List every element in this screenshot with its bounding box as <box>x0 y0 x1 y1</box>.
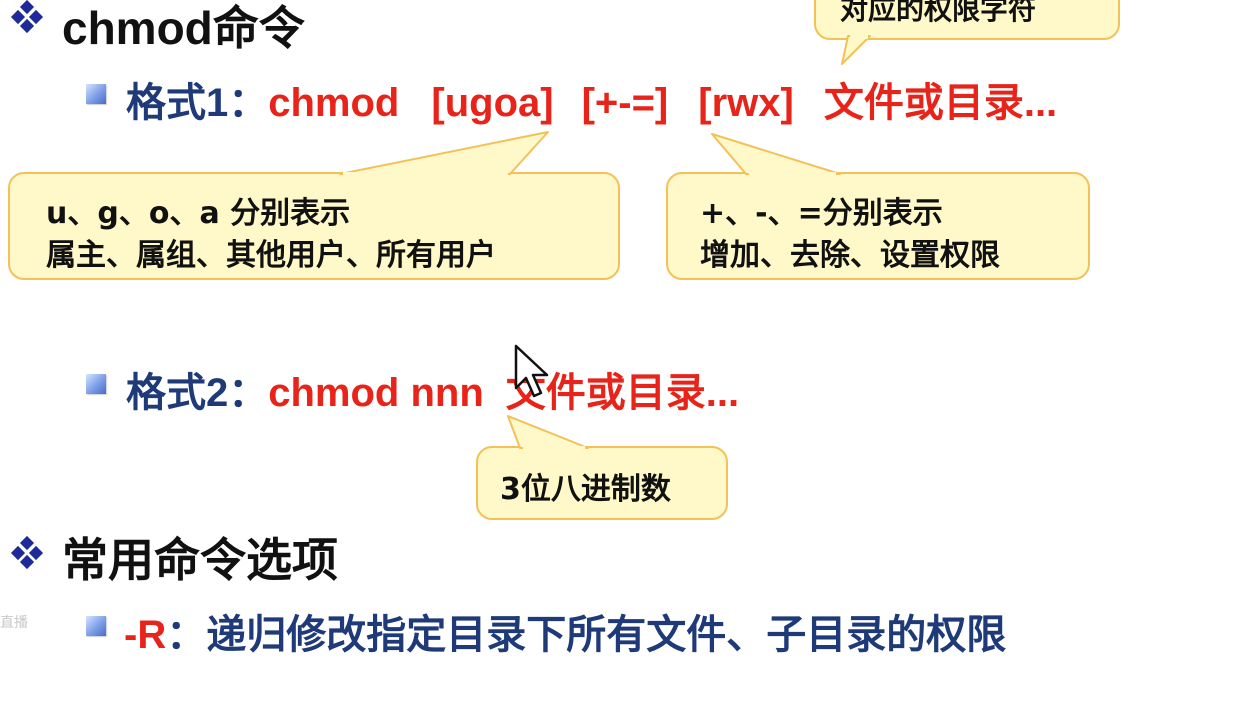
square-bullet-icon <box>86 374 106 394</box>
format2-line: 格式2：chmod nnn 文件或目录... <box>126 360 739 418</box>
format1-op: [+-=] <box>581 81 669 125</box>
mouse-cursor-icon <box>514 344 549 398</box>
callout-permission-chars-text: 对应的权限字符 <box>840 0 1037 26</box>
option-r-flag: -R <box>124 613 167 657</box>
diamond-bullet-icon <box>10 0 44 34</box>
option-r-desc: ：递归修改指定目录下所有文件、子目录的权限 <box>166 613 1007 657</box>
format1-cmd: chmod <box>268 81 400 125</box>
section-heading-chmod: chmod命令 <box>62 2 305 54</box>
option-r-line: -R：递归修改指定目录下所有文件、子目录的权限 <box>124 602 1006 660</box>
section-heading-options: 常用命令选项 <box>62 534 338 586</box>
callout-ugoa-line2: 属主、属组、其他用户、所有用户 <box>46 238 496 273</box>
square-bullet-icon <box>86 616 106 636</box>
format1-target: 文件或目录... <box>823 81 1058 125</box>
square-bullet-icon <box>86 84 106 104</box>
diamond-bullet-icon <box>10 536 44 570</box>
format1-label: 格式1： <box>126 81 269 125</box>
format2-cmd: chmod nnn <box>268 371 484 415</box>
callout-operators-line1: +、-、=分别表示 <box>700 196 943 231</box>
format1-who: [ugoa] <box>431 81 554 125</box>
watermark-text: 直播 <box>0 614 28 630</box>
format1-line: 格式1：chmod [ugoa] [+-=] [rwx] 文件或目录... <box>126 70 1057 128</box>
format1-perm: [rwx] <box>698 81 794 125</box>
callout-operators-line2: 增加、去除、设置权限 <box>700 238 1000 273</box>
format2-label: 格式2： <box>126 371 269 415</box>
callout-ugoa-line1: u、g、o、a 分别表示 <box>46 196 351 231</box>
callout-octal-text: 3位八进制数 <box>500 472 671 507</box>
